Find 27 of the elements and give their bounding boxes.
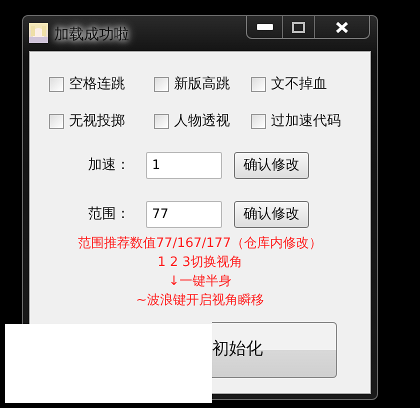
field-label: 加速： <box>88 156 131 175</box>
hint-text: 范围推荐数值77/167/177（仓库内修改） <box>78 236 322 251</box>
checkbox-label[interactable]: 新版高跳 <box>174 74 230 95</box>
hint-text: 1 2 3切换视角 <box>157 255 243 270</box>
confirm-button[interactable]: 确认修改 <box>234 201 309 228</box>
maximize-icon <box>292 22 305 32</box>
checkbox[interactable] <box>154 77 169 92</box>
hint-text: ↓一键半身 <box>168 274 232 289</box>
confirm-button[interactable]: 确认修改 <box>234 152 309 179</box>
checkbox[interactable] <box>251 77 266 92</box>
checkbox-label[interactable]: 文不掉血 <box>271 74 327 95</box>
field-label: 范围： <box>88 205 131 224</box>
initialize-button[interactable]: 初始化 <box>212 322 337 378</box>
checkbox[interactable] <box>49 77 64 92</box>
input-field[interactable]: 1 <box>146 152 222 179</box>
checkbox[interactable] <box>49 114 64 129</box>
checkbox-label[interactable]: 无视投掷 <box>69 111 125 132</box>
minimize-icon <box>256 24 272 30</box>
window-title: 加载成功啦 <box>54 24 129 44</box>
checkbox-label[interactable]: 空格连跳 <box>69 74 125 95</box>
checkbox[interactable] <box>154 114 169 129</box>
checkbox-label[interactable]: 人物透视 <box>174 111 230 132</box>
checkbox-label[interactable]: 过加速代码 <box>271 111 341 132</box>
close-icon <box>336 22 348 32</box>
input-field[interactable]: 77 <box>146 201 222 228</box>
checkbox[interactable] <box>251 114 266 129</box>
hint-text: ~波浪键开启视角瞬移 <box>136 293 264 308</box>
